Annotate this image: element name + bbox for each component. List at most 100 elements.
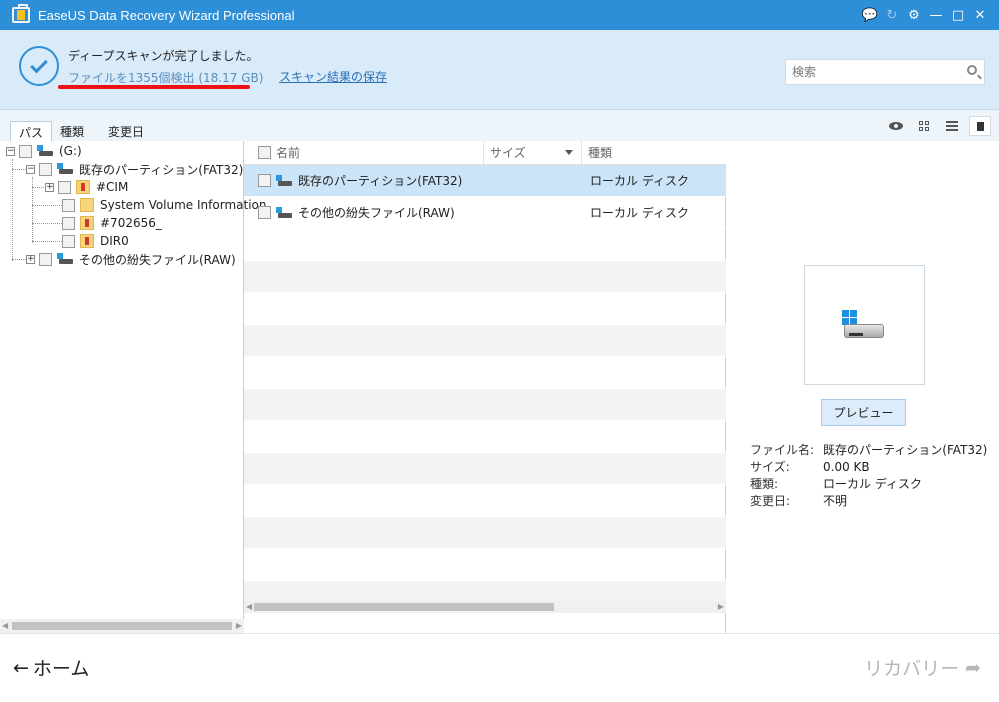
empty-row (244, 261, 726, 293)
folder-deleted-icon (80, 234, 94, 248)
scroll-thumb[interactable] (12, 622, 232, 630)
empty-row (244, 325, 726, 357)
info-value: 既存のパーティション(FAT32) (823, 443, 988, 457)
file-info: ファイル名: 既存のパーティション(FAT32) サイズ: 0.00 KB 種類… (750, 442, 987, 510)
save-scan-results-link[interactable]: スキャン結果の保存 (279, 68, 387, 85)
tab-path[interactable]: パス (10, 121, 53, 141)
checkbox[interactable] (258, 174, 271, 187)
close-button[interactable]: ✕ (969, 5, 991, 25)
list-view-icon[interactable] (941, 116, 963, 136)
table-row[interactable]: 既存のパーティション(FAT32) ローカル ディスク (244, 165, 726, 197)
tree-label: System Volume Information (100, 198, 267, 212)
preview-eye-icon[interactable] (885, 116, 907, 136)
search-box[interactable] (785, 59, 985, 85)
checkbox[interactable] (58, 180, 71, 194)
window-title: EaseUS Data Recovery Wizard Professional (38, 7, 295, 23)
search-icon[interactable] (967, 65, 977, 75)
column-type-label: 種類 (588, 146, 613, 160)
arrow-left-icon: ← (13, 656, 29, 679)
tree-label: (G:) (59, 144, 82, 158)
detail-view-icon[interactable] (969, 116, 991, 136)
column-type[interactable]: 種類 (582, 141, 726, 165)
empty-row (244, 357, 726, 389)
scroll-left-icon[interactable]: ◀ (2, 621, 8, 630)
column-name[interactable]: 名前 (244, 140, 484, 165)
row-name: 既存のパーティション(FAT32) (298, 174, 463, 188)
settings-icon[interactable]: ⚙ (903, 5, 925, 25)
tree-horizontal-scrollbar[interactable]: ◀ ▶ (0, 619, 244, 633)
tree-node-fat32[interactable]: − 既存のパーティション(FAT32) (26, 160, 243, 178)
tree-node-cim[interactable]: + #CIM (45, 178, 128, 196)
checkbox[interactable] (39, 252, 52, 266)
checkbox[interactable] (62, 216, 75, 230)
tab-type[interactable]: 種類 (52, 121, 92, 141)
info-value: ローカル ディスク (823, 477, 922, 491)
preview-thumbnail (804, 265, 925, 385)
scroll-right-icon[interactable]: ▶ (718, 602, 724, 611)
empty-row (244, 517, 726, 549)
info-row-size: サイズ: 0.00 KB (750, 459, 987, 476)
checkbox[interactable] (39, 162, 52, 176)
home-button[interactable]: ← ホーム (13, 654, 89, 681)
tree-label: #702656_ (100, 216, 162, 230)
collapse-icon[interactable]: − (6, 146, 15, 156)
maximize-button[interactable]: □ (947, 5, 969, 25)
tree-label: #CIM (96, 180, 129, 194)
empty-row (244, 293, 726, 325)
checkbox[interactable] (258, 206, 271, 219)
tree-label: 既存のパーティション(FAT32) (79, 162, 244, 177)
drive-icon (276, 206, 292, 219)
checkbox[interactable] (19, 144, 32, 158)
drive-icon (37, 145, 53, 157)
collapse-icon[interactable]: − (26, 164, 35, 174)
checkbox[interactable] (62, 198, 75, 212)
preview-button[interactable]: プレビュー (821, 399, 906, 426)
sort-desc-icon[interactable] (565, 150, 573, 155)
info-value: 不明 (823, 494, 848, 508)
home-label: ホーム (32, 658, 90, 680)
info-label: サイズ: (750, 460, 790, 474)
arrow-redo-icon: ➦ (965, 656, 981, 679)
window-controls: 💬 ↻ ⚙ — □ ✕ (859, 5, 991, 25)
scroll-left-icon[interactable]: ◀ (246, 602, 252, 611)
search-input[interactable] (786, 60, 956, 84)
list-horizontal-scrollbar[interactable]: ◀ ▶ (244, 601, 726, 613)
expand-icon[interactable]: + (26, 254, 35, 264)
folder-tree: − (G:) − 既存のパーティション(FAT32) + #CIM System… (0, 141, 266, 633)
tree-node-702656[interactable]: #702656_ (62, 214, 162, 232)
tree-node-dir0[interactable]: DIR0 (62, 232, 129, 250)
file-list: 名前 サイズ 種類 既存のパーティション(FAT32) ローカル ディスク その… (244, 140, 726, 633)
scan-result-header: ディープスキャンが完了しました。 ファイルを1355個検出 (18.17 GB)… (0, 30, 999, 110)
column-size-label: サイズ (490, 146, 526, 160)
tree-node-system-volume[interactable]: System Volume Information (62, 196, 266, 214)
scroll-thumb[interactable] (254, 603, 554, 611)
table-row[interactable]: その他の紛失ファイル(RAW) ローカル ディスク (244, 197, 726, 229)
file-list-rows: 既存のパーティション(FAT32) ローカル ディスク その他の紛失ファイル(R… (244, 165, 726, 613)
thumbnail-view-icon[interactable] (913, 116, 935, 136)
info-label: 変更日: (750, 494, 791, 508)
tree-node-root[interactable]: − (G:) (6, 142, 82, 160)
column-size[interactable]: サイズ (484, 140, 582, 165)
tree-node-raw[interactable]: + その他の紛失ファイル(RAW) (26, 250, 236, 268)
found-files-summary[interactable]: ファイルを1355個検出 (18.17 GB) (68, 69, 263, 86)
tab-modified-date[interactable]: 変更日 (100, 121, 152, 141)
local-disk-icon (841, 310, 888, 340)
expand-icon[interactable]: + (45, 182, 54, 192)
info-label: 種類: (750, 477, 779, 491)
recover-label: リカバリー (864, 658, 960, 680)
title-bar: EaseUS Data Recovery Wizard Professional… (0, 0, 999, 30)
folder-icon (80, 198, 94, 212)
empty-row (244, 453, 726, 485)
checkbox[interactable] (62, 234, 75, 248)
file-list-header: 名前 サイズ 種類 (244, 140, 726, 165)
drive-icon (276, 174, 292, 187)
scroll-right-icon[interactable]: ▶ (236, 621, 242, 630)
info-row-modified: 変更日: 不明 (750, 493, 987, 510)
row-type: ローカル ディスク (590, 174, 689, 188)
recover-button[interactable]: リカバリー ➦ (864, 654, 981, 681)
select-all-checkbox[interactable] (258, 146, 271, 159)
refresh-icon[interactable]: ↻ (881, 5, 903, 25)
minimize-button[interactable]: — (925, 5, 947, 25)
chat-icon[interactable]: 💬 (859, 5, 881, 25)
view-mode-switcher (885, 116, 991, 136)
